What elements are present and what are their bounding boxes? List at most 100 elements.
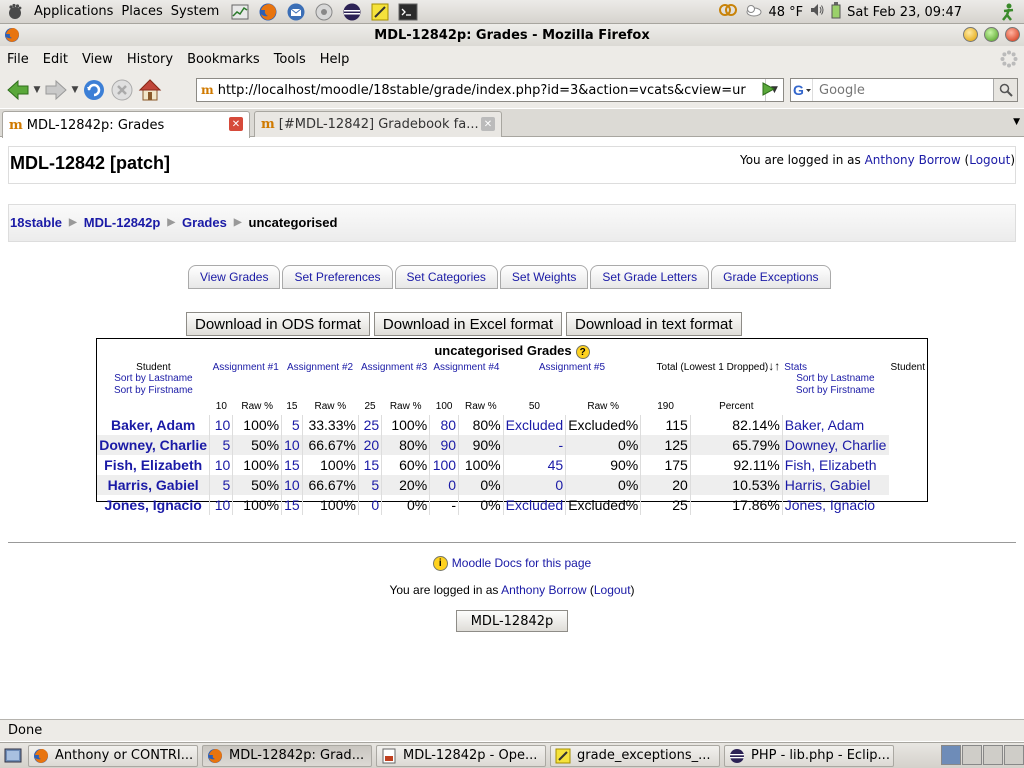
header-assignment-4[interactable]: Assignment #4 bbox=[430, 359, 503, 373]
student-name-link-2[interactable]: Fish, Elizabeth bbox=[781, 455, 889, 475]
header-assignment-1[interactable]: Assignment #1 bbox=[210, 359, 282, 373]
grade-value-link[interactable]: 5 bbox=[281, 415, 303, 435]
tab-view-grades[interactable]: View Grades bbox=[188, 265, 281, 289]
workspace-1[interactable] bbox=[941, 745, 961, 765]
student-name-link[interactable]: Harris, Gabiel bbox=[97, 475, 210, 495]
logout-link[interactable]: Logout bbox=[969, 153, 1010, 167]
close-tab-icon[interactable]: ✕ bbox=[481, 117, 495, 131]
tab-tracker[interactable]: m [#MDL-12842] Gradebook fa... ✕ bbox=[254, 111, 502, 137]
applications-menu[interactable]: Applications bbox=[34, 4, 113, 19]
breadcrumb-site[interactable]: 18stable bbox=[10, 215, 62, 230]
workspace-3[interactable] bbox=[983, 745, 1003, 765]
student-name-link-2[interactable]: Downey, Charlie bbox=[781, 435, 889, 455]
tab-set-weights[interactable]: Set Weights bbox=[499, 265, 589, 289]
window-titlebar[interactable]: MDL-12842p: Grades - Mozilla Firefox bbox=[0, 24, 1024, 46]
grade-value-link[interactable]: 15 bbox=[281, 495, 303, 515]
grade-value-link[interactable]: 15 bbox=[281, 455, 303, 475]
grade-value-link[interactable]: 10 bbox=[209, 415, 233, 435]
grade-value-link[interactable]: 90 bbox=[429, 435, 459, 455]
reload-button[interactable] bbox=[80, 76, 108, 104]
footer-logout-link[interactable]: Logout bbox=[594, 583, 631, 597]
eclipse-launcher-icon[interactable] bbox=[341, 2, 363, 22]
tab-set-grade-letters[interactable]: Set Grade Letters bbox=[590, 265, 710, 289]
grade-value-link[interactable]: 10 bbox=[209, 455, 233, 475]
grade-value-link[interactable]: 20 bbox=[357, 435, 382, 455]
sort-by-firstname-link-2[interactable]: Sort by Firstname bbox=[782, 385, 888, 397]
header-assignment-3[interactable]: Assignment #3 bbox=[358, 359, 429, 373]
weather-icon[interactable] bbox=[744, 3, 762, 21]
home-button[interactable] bbox=[136, 76, 164, 104]
clock[interactable]: Sat Feb 23, 09:47 bbox=[847, 5, 962, 20]
grade-value-link[interactable]: 80 bbox=[429, 415, 459, 435]
grade-value-link[interactable]: 0 bbox=[502, 475, 566, 495]
settings-launcher-icon[interactable] bbox=[313, 2, 335, 22]
back-button[interactable] bbox=[4, 76, 32, 104]
network-icon[interactable] bbox=[718, 2, 738, 22]
taskbar-item-browser-window[interactable]: Anthony or CONTRI... bbox=[28, 744, 198, 767]
grade-value-link[interactable]: 5 bbox=[209, 475, 233, 495]
firefox-launcher-icon[interactable] bbox=[257, 2, 279, 22]
firefox-window-icon[interactable] bbox=[4, 27, 20, 47]
sort-by-firstname-link[interactable]: Sort by Firstname bbox=[97, 385, 210, 397]
student-name-link[interactable]: Baker, Adam bbox=[97, 415, 210, 435]
forward-button[interactable] bbox=[42, 76, 70, 104]
menu-view[interactable]: View bbox=[75, 52, 120, 67]
tab-set-preferences[interactable]: Set Preferences bbox=[282, 265, 393, 289]
stop-button[interactable] bbox=[108, 76, 136, 104]
moodle-docs-link[interactable]: Moodle Docs for this page bbox=[452, 556, 591, 570]
grade-value-link[interactable]: 25 bbox=[357, 415, 382, 435]
terminal-launcher-icon[interactable] bbox=[397, 2, 419, 22]
close-tab-icon[interactable]: ✕ bbox=[229, 117, 243, 131]
workspace-2[interactable] bbox=[962, 745, 982, 765]
tab-list-dropdown-icon[interactable]: ▼ bbox=[1013, 117, 1020, 127]
grade-value-link[interactable]: 15 bbox=[357, 455, 382, 475]
thunderbird-launcher-icon[interactable] bbox=[285, 2, 307, 22]
download-ods-button[interactable]: Download in ODS format bbox=[186, 312, 370, 336]
forward-history-dropdown[interactable]: ▼ bbox=[70, 85, 80, 95]
sort-by-lastname-link-2[interactable]: Sort by Lastname bbox=[782, 373, 888, 385]
help-icon[interactable]: ? bbox=[575, 344, 590, 359]
tab-grade-exceptions[interactable]: Grade Exceptions bbox=[711, 265, 831, 289]
gnome-foot-icon[interactable] bbox=[4, 1, 26, 23]
show-desktop-icon[interactable] bbox=[2, 745, 24, 767]
grade-value-link[interactable]: Excluded bbox=[502, 495, 566, 515]
taskbar-item-spreadsheet-window[interactable]: MDL-12842p - Ope... bbox=[376, 744, 546, 767]
close-window-button[interactable] bbox=[1005, 27, 1020, 42]
grade-value-link[interactable]: 5 bbox=[209, 435, 233, 455]
grade-value-link[interactable]: 10 bbox=[209, 495, 233, 515]
breadcrumb-course[interactable]: MDL-12842p bbox=[84, 215, 161, 230]
tab-set-categories[interactable]: Set Categories bbox=[394, 265, 498, 289]
tab-grades[interactable]: m MDL-12842p: Grades ✕ bbox=[2, 111, 250, 138]
taskbar-item-eclipse-window[interactable]: PHP - lib.php - Eclip... bbox=[724, 744, 894, 767]
menu-edit[interactable]: Edit bbox=[36, 52, 75, 67]
minimize-button[interactable] bbox=[963, 27, 978, 42]
menu-tools[interactable]: Tools bbox=[267, 52, 313, 67]
download-excel-button[interactable]: Download in Excel format bbox=[373, 312, 562, 336]
header-assignment-5[interactable]: Assignment #5 bbox=[503, 359, 641, 373]
grade-value-link[interactable]: 5 bbox=[357, 475, 382, 495]
search-bar[interactable]: G bbox=[790, 78, 1018, 102]
system-menu[interactable]: System bbox=[171, 4, 219, 19]
search-icon[interactable] bbox=[993, 79, 1017, 101]
taskbar-item-grades-window[interactable]: MDL-12842p: Grad... bbox=[202, 744, 372, 767]
menu-file[interactable]: File bbox=[0, 52, 36, 67]
header-stats[interactable]: Stats bbox=[782, 359, 888, 373]
sort-arrows-icon[interactable]: ↓↑ bbox=[768, 359, 780, 373]
footer-user-link[interactable]: Anthony Borrow bbox=[501, 583, 586, 597]
menu-bookmarks[interactable]: Bookmarks bbox=[180, 52, 267, 67]
student-name-link[interactable]: Fish, Elizabeth bbox=[97, 455, 210, 475]
menu-history[interactable]: History bbox=[120, 52, 180, 67]
course-home-button[interactable]: MDL-12842p bbox=[456, 610, 568, 632]
volume-icon[interactable] bbox=[809, 2, 825, 22]
url-bar[interactable]: m http://localhost/moodle/18stable/grade… bbox=[196, 78, 784, 102]
header-assignment-2[interactable]: Assignment #2 bbox=[282, 359, 359, 373]
go-button[interactable] bbox=[760, 81, 776, 101]
places-menu[interactable]: Places bbox=[121, 4, 162, 19]
power-icon[interactable] bbox=[831, 1, 841, 23]
weather-temperature[interactable]: 48 °F bbox=[768, 5, 803, 20]
text-editor-launcher-icon[interactable] bbox=[369, 2, 391, 22]
url-text[interactable]: http://localhost/moodle/18stable/grade/i… bbox=[218, 83, 765, 98]
search-engine-icon[interactable]: G bbox=[791, 79, 813, 101]
grade-value-link[interactable]: 0 bbox=[429, 475, 459, 495]
logout-icon[interactable] bbox=[998, 2, 1018, 26]
